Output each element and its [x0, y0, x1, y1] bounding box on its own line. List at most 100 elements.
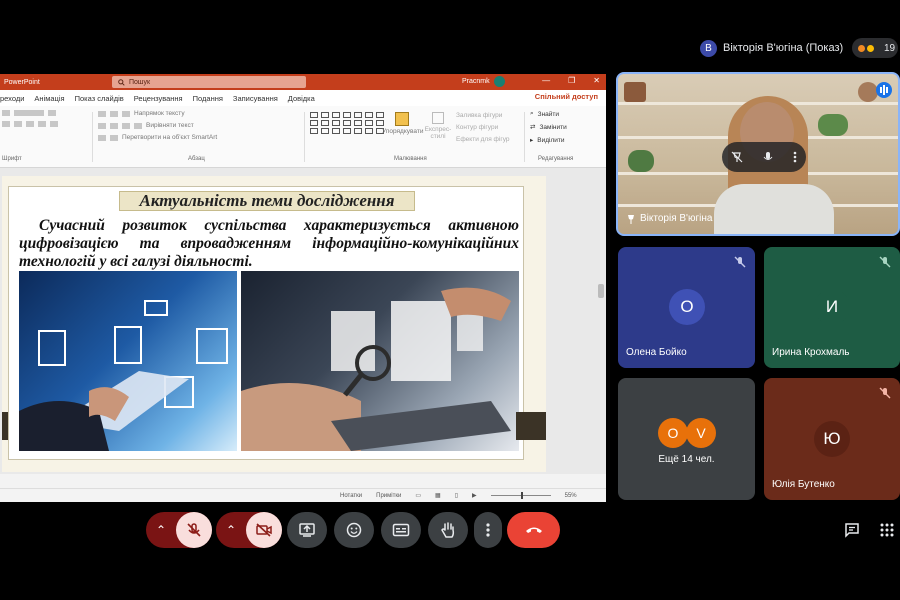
slide-image-digital-tablet: [19, 271, 237, 451]
leave-call-button[interactable]: [507, 512, 560, 548]
present-button[interactable]: [287, 512, 327, 548]
restore-icon[interactable]: ❐: [568, 76, 575, 85]
shape-outline-button[interactable]: Контур фігури: [456, 124, 510, 131]
ppt-user[interactable]: Pracnmk: [462, 76, 505, 87]
reading-view-icon[interactable]: ▯: [455, 492, 458, 499]
replace-button[interactable]: ⇄ Замінити: [530, 123, 600, 132]
slide-canvas: Актуальність теми дослідження Сучасний р…: [0, 168, 606, 474]
ppt-user-avatar: [493, 76, 505, 87]
shapes-gallery[interactable]: [310, 112, 385, 134]
arrange-button[interactable]: Упорядкувати: [382, 112, 424, 135]
activities-button[interactable]: [877, 520, 897, 540]
quick-styles-button[interactable]: Експрес-стилі: [424, 112, 452, 140]
participant-name: Ирина Крохмаль: [772, 347, 850, 358]
menu-item[interactable]: Подання: [193, 94, 223, 103]
minimize-icon[interactable]: —: [542, 76, 550, 85]
presenter-avatar: В: [700, 39, 717, 57]
normal-view-icon[interactable]: ▭: [415, 492, 421, 499]
mic-toggle-button[interactable]: [176, 512, 212, 548]
mic-off-icon: [879, 256, 891, 268]
ppt-search-placeholder: Пошук: [129, 78, 151, 86]
participant-name: Юлія Бутенко: [772, 479, 835, 490]
raise-hand-button[interactable]: [428, 512, 468, 548]
tile-hover-controls: [722, 142, 806, 172]
editing-group: ⌕ Знайти ⇄ Замінити ▸ Виділити Редагування: [530, 110, 600, 162]
captions-button[interactable]: [381, 512, 421, 548]
ppt-search-box[interactable]: Пошук: [112, 76, 306, 88]
camera-options-chevron-icon[interactable]: ⌃: [216, 523, 246, 537]
select-label: Виділити: [537, 136, 565, 144]
menu-item[interactable]: Записування: [233, 94, 278, 103]
mic-off-icon: [879, 387, 891, 399]
drawing-group-label: Малювання: [394, 156, 427, 162]
unpin-icon[interactable]: [731, 151, 743, 163]
participant-count: 19: [884, 42, 896, 54]
video-tile-iryna[interactable]: И Ирина Крохмаль: [764, 247, 900, 368]
slide-scrollbar[interactable]: [598, 174, 604, 470]
pin-icon: [628, 214, 634, 224]
zoom-slider[interactable]: [490, 492, 551, 499]
menu-item[interactable]: Анімація: [34, 94, 64, 103]
ppt-title-bar: PowerPoint Пошук Pracnmk — ❐ ✕: [0, 74, 606, 90]
video-tile-olena[interactable]: О Олена Бойко: [618, 247, 755, 368]
shape-effects-button[interactable]: Ефекти для фігур: [456, 136, 510, 143]
slide-content-frame: Актуальність теми дослідження Сучасний р…: [8, 186, 524, 460]
chat-icon: [845, 523, 859, 538]
more-participants-label: Ещё 14 чел.: [658, 454, 715, 465]
more-vert-icon[interactable]: [793, 151, 797, 163]
participant-name: Олена Бойко: [626, 347, 687, 358]
camera-toggle-button[interactable]: [246, 512, 282, 548]
find-label: Знайти: [537, 110, 560, 118]
menu-item[interactable]: Довідка: [288, 94, 315, 103]
video-tile-yulia[interactable]: Ю Юлія Бутенко: [764, 378, 900, 500]
tile-name-row: Вікторія В'югіна: [626, 213, 712, 224]
mic-off-icon: [187, 523, 201, 537]
font-group-label: Шрифт: [2, 156, 22, 162]
shape-fill-button[interactable]: Заливка фігури: [456, 112, 510, 119]
avatar: О: [669, 289, 705, 325]
editing-group-label: Редагування: [538, 156, 574, 162]
align-text-button[interactable]: Вирівняти текст: [146, 122, 194, 129]
reactions-button[interactable]: [334, 512, 374, 548]
replace-icon: ⇄: [530, 124, 536, 131]
quick-styles-icon: [432, 112, 444, 124]
mic-icon[interactable]: [762, 151, 774, 163]
meet-window: В Вікторія В'югіна (Показ) 19 PowerPoint…: [0, 0, 900, 600]
arrange-icon: [395, 112, 409, 126]
menu-item[interactable]: Показ слайдів: [75, 94, 124, 103]
video-tile-more-participants[interactable]: O V Ещё 14 чел.: [618, 378, 755, 500]
share-button[interactable]: Спільний доступ: [535, 92, 598, 101]
notes-button[interactable]: Нотатки: [340, 493, 362, 499]
paragraph-group-label: Абзац: [188, 156, 205, 162]
mic-options-chevron-icon[interactable]: ⌃: [146, 523, 176, 537]
menu-item[interactable]: Рецензування: [134, 94, 183, 103]
arrange-label: Упорядкувати: [382, 128, 424, 135]
video-tile-main-speaker[interactable]: Вікторія В'югіна: [616, 72, 900, 236]
smartart-button[interactable]: Перетворити на об'єкт SmartArt: [122, 134, 217, 141]
mic-off-icon: [734, 256, 746, 268]
slide-sorter-icon[interactable]: ▦: [435, 492, 441, 499]
participant-name: Вікторія В'югіна: [640, 213, 713, 224]
presenter-chip[interactable]: В Вікторія В'югіна (Показ): [700, 38, 843, 58]
slide-title: Актуальність теми дослідження: [119, 191, 415, 211]
select-button[interactable]: ▸ Виділити: [530, 136, 600, 145]
participants-pill[interactable]: 19: [852, 38, 898, 58]
slide[interactable]: Актуальність теми дослідження Сучасний р…: [2, 176, 546, 472]
participant-dot-icon: [858, 44, 865, 52]
raise-hand-icon: [441, 522, 455, 538]
ppt-user-label: Pracnmk: [462, 78, 490, 85]
close-icon[interactable]: ✕: [593, 76, 600, 85]
ppt-status-bar: Нотатки Примітки ▭ ▦ ▯ ▶ 55%: [0, 488, 606, 502]
chat-button[interactable]: [842, 520, 862, 540]
slideshow-icon[interactable]: ▶: [472, 492, 477, 499]
avatar: И: [814, 289, 850, 325]
shared-screen-powerpoint: PowerPoint Пошук Pracnmk — ❐ ✕ реходи Ан…: [0, 74, 606, 502]
zoom-level[interactable]: 55%: [565, 493, 577, 499]
menu-item[interactable]: реходи: [0, 94, 24, 103]
comments-button[interactable]: Примітки: [376, 493, 401, 499]
text-direction-button[interactable]: Напрямок тексту: [134, 110, 185, 117]
find-button[interactable]: ⌕ Знайти: [530, 110, 600, 118]
more-options-button[interactable]: [474, 512, 502, 548]
mic-control-group: ⌃: [146, 512, 212, 548]
font-group: Шрифт: [2, 110, 88, 162]
